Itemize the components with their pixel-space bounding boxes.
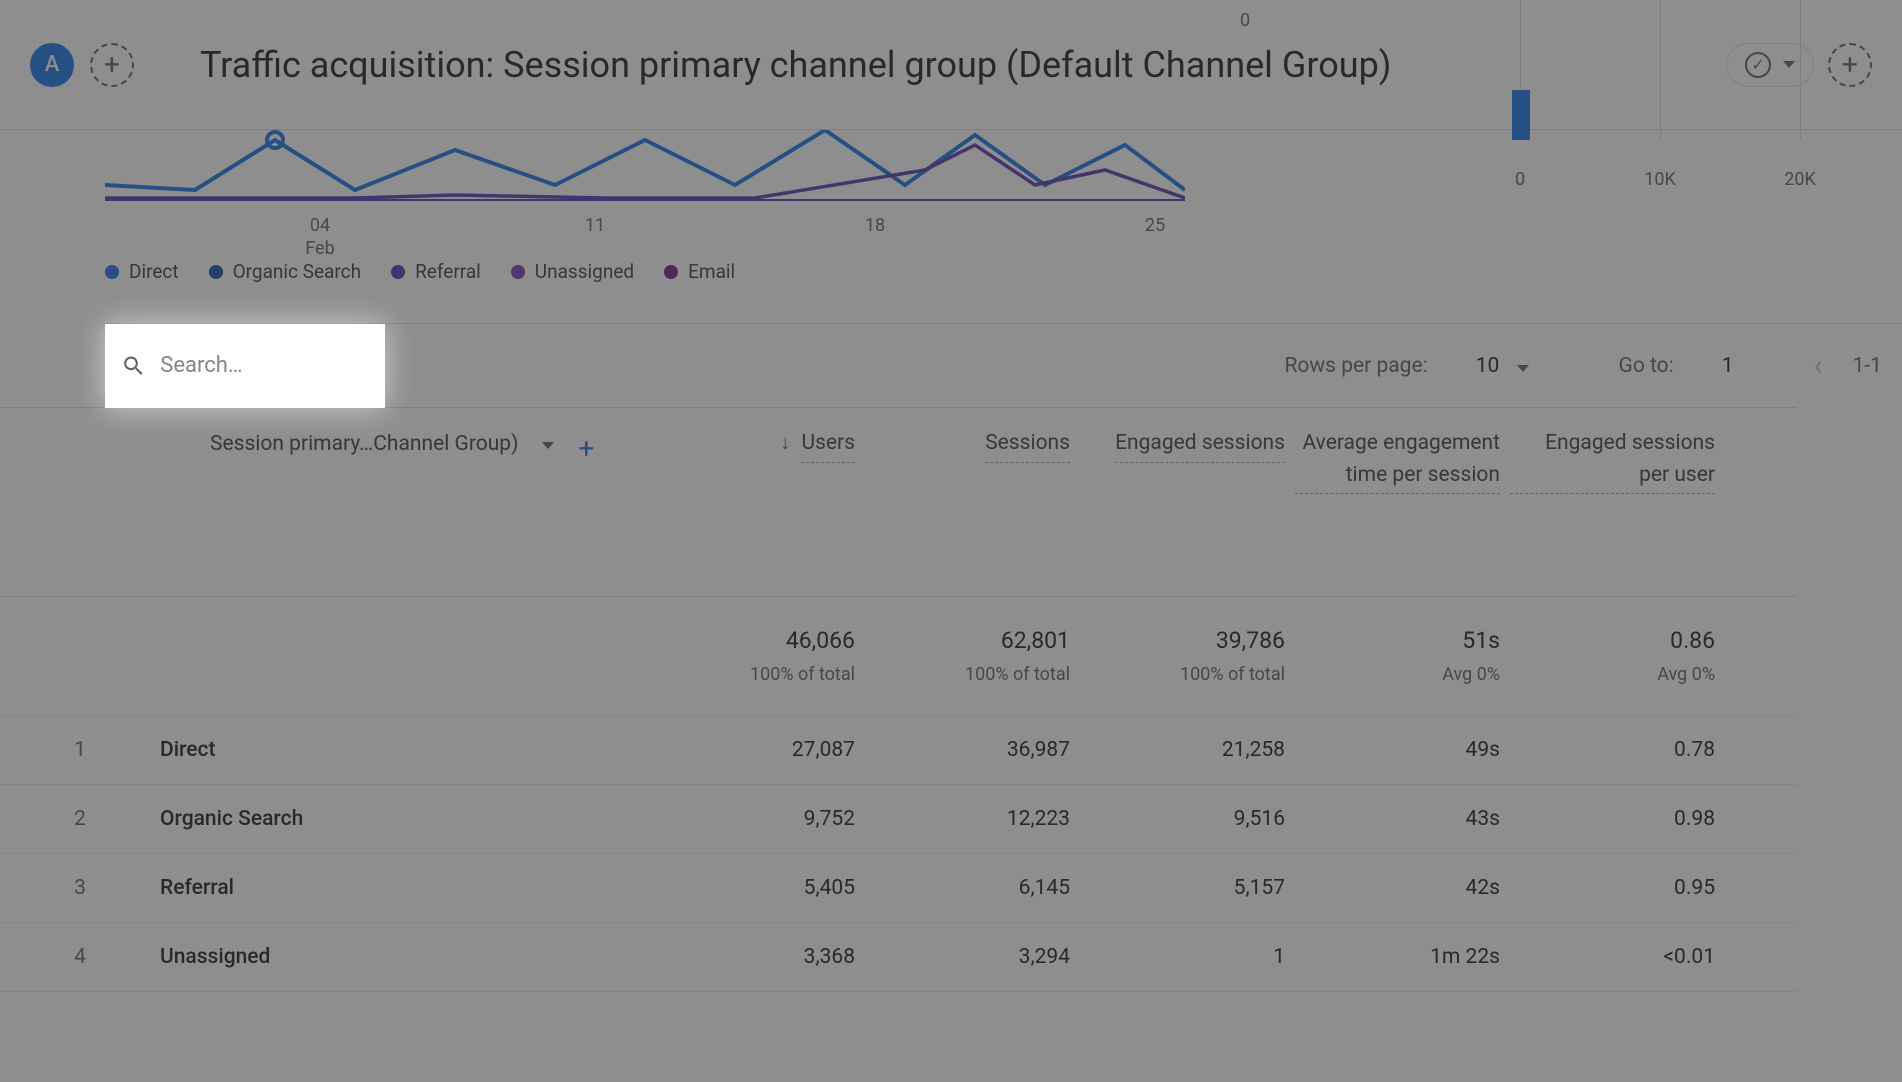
bar-chart: 0 0 10K 20K: [1420, 0, 1900, 200]
row-metric: 0.98: [1510, 807, 1725, 831]
goto-input[interactable]: 1: [1722, 354, 1734, 378]
row-metric: 5,405: [650, 876, 865, 900]
bar-segment: [1512, 90, 1530, 140]
row-metric: 49s: [1295, 738, 1510, 762]
col-header-users[interactable]: ↓ Users: [650, 428, 865, 576]
row-metric: 42s: [1295, 876, 1510, 900]
row-metric: 3,368: [650, 945, 865, 969]
search-box[interactable]: [105, 324, 385, 408]
col-header-avg-engagement[interactable]: Average engagement time per session: [1295, 428, 1510, 576]
table-row[interactable]: 2Organic Search9,75212,2239,51643s0.98: [0, 785, 1797, 854]
row-metric: 43s: [1295, 807, 1510, 831]
xtick-4: 25: [1145, 214, 1165, 237]
data-table: Session primary…Channel Group) + ↓ Users…: [0, 407, 1797, 992]
row-metric: 21,258: [1080, 738, 1295, 762]
add-dimension-button[interactable]: +: [578, 432, 594, 465]
table-header-row: Session primary…Channel Group) + ↓ Users…: [0, 407, 1797, 597]
caret-down-icon: [542, 442, 554, 449]
caret-down-icon: [1517, 365, 1529, 372]
totals-row: 46,066100% of total 62,801100% of total …: [0, 597, 1797, 716]
col-header-engaged-sessions[interactable]: Engaged sessions: [1080, 428, 1295, 576]
row-metric: 3,294: [865, 945, 1080, 969]
xtick-1: 04 Feb: [305, 214, 334, 261]
row-index: 3: [0, 876, 160, 900]
table-row[interactable]: 4Unassigned3,3683,29411m 22s<0.01: [0, 923, 1797, 992]
row-metric: 5,157: [1080, 876, 1295, 900]
row-metric: 0.78: [1510, 738, 1725, 762]
col-header-engaged-per-user[interactable]: Engaged sessions per user: [1510, 428, 1725, 576]
prev-page-button[interactable]: ‹: [1814, 348, 1823, 383]
row-metric: 1: [1080, 945, 1295, 969]
line-chart-svg: [105, 130, 1185, 210]
search-input[interactable]: [160, 353, 369, 378]
legend-dot: [105, 265, 119, 279]
rows-per-page-label: Rows per page:: [1284, 354, 1427, 378]
col-header-sessions[interactable]: Sessions: [865, 428, 1080, 576]
page-range: 1-1: [1853, 354, 1882, 378]
row-metric: 12,223: [865, 807, 1080, 831]
row-index: 1: [0, 738, 160, 762]
row-metric: 6,145: [865, 876, 1080, 900]
row-metric: <0.01: [1510, 945, 1725, 969]
row-metric: 36,987: [865, 738, 1080, 762]
row-metric: 0.95: [1510, 876, 1725, 900]
row-dimension: Direct: [160, 738, 650, 762]
row-dimension: Unassigned: [160, 945, 650, 969]
row-metric: 27,087: [650, 738, 865, 762]
rows-per-page-select[interactable]: 10: [1458, 354, 1529, 378]
table-controls-bar: Rows per page: 10 Go to: 1 ‹ 1-1: [105, 323, 1902, 407]
sort-arrow-icon: ↓: [780, 430, 790, 454]
row-dimension: Organic Search: [160, 807, 650, 831]
dimension-selector[interactable]: Session primary…Channel Group): [210, 432, 518, 456]
row-index: 4: [0, 945, 160, 969]
table-row[interactable]: 3Referral5,4056,1455,15742s0.95: [0, 854, 1797, 923]
xtick-2: 11: [585, 214, 605, 237]
xtick-3: 18: [865, 214, 885, 237]
row-index: 2: [0, 807, 160, 831]
search-icon: [121, 351, 146, 381]
add-comparison-button[interactable]: +: [90, 43, 134, 87]
row-metric: 9,516: [1080, 807, 1295, 831]
goto-label: Go to:: [1619, 354, 1674, 378]
row-metric: 1m 22s: [1295, 945, 1510, 969]
row-metric: 9,752: [650, 807, 865, 831]
row-dimension: Referral: [160, 876, 650, 900]
avatar[interactable]: A: [30, 43, 74, 87]
table-row[interactable]: 1Direct27,08736,98721,25849s0.78: [0, 716, 1797, 785]
